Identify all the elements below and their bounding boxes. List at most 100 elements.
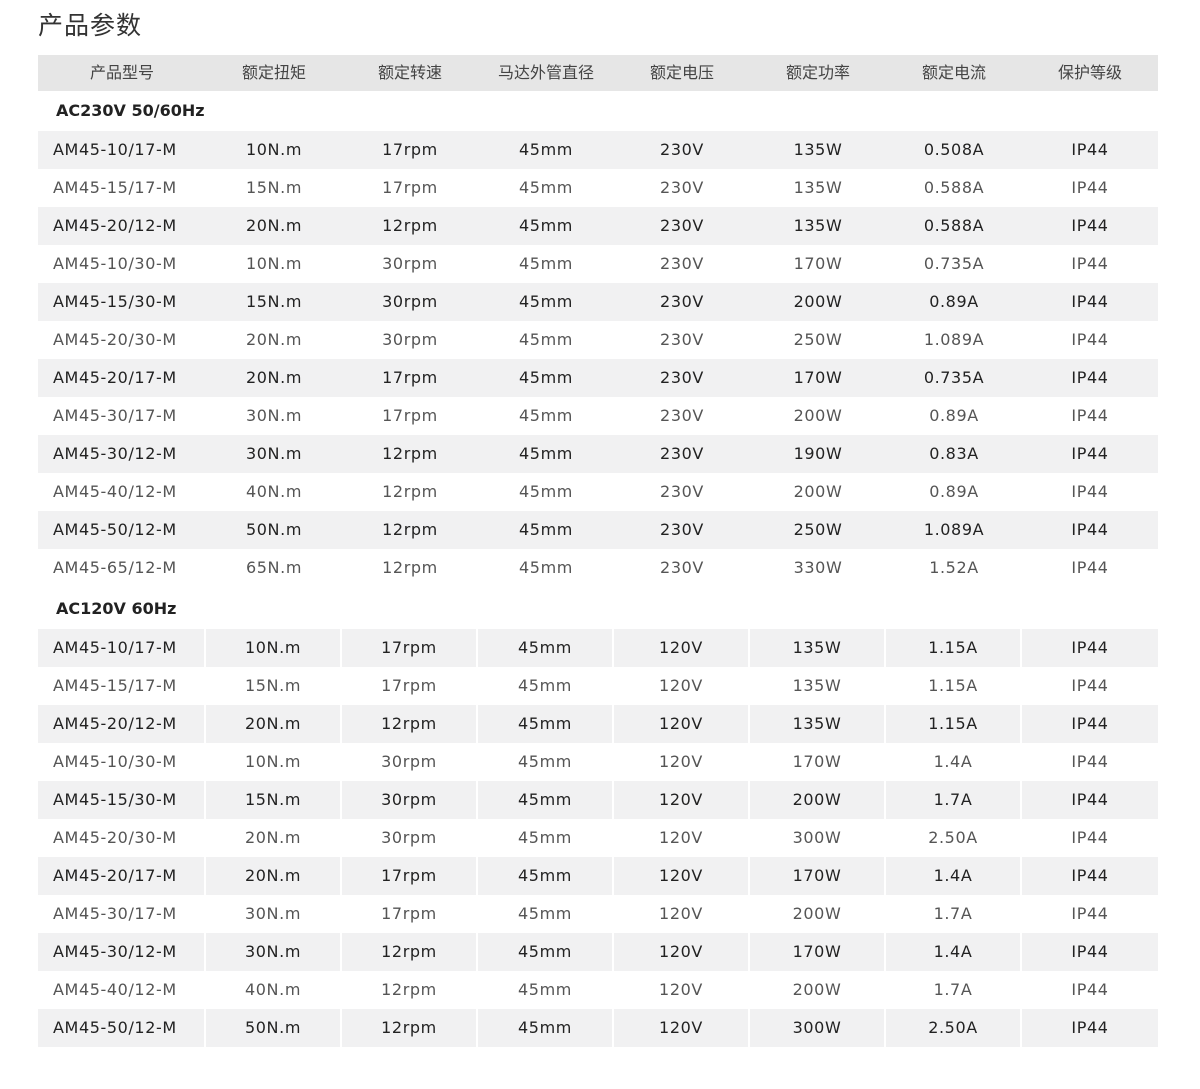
power-cell: 200W: [793, 482, 843, 501]
protection-cell: IP44: [1071, 638, 1109, 657]
torque-cell: 15N.m: [246, 178, 302, 197]
voltage-cell: 230V: [660, 520, 704, 539]
model-cell: AM45-30/17-M: [38, 895, 206, 933]
current-cell: 1.15A: [886, 667, 1022, 705]
header-current: 额定电流: [921, 63, 986, 82]
voltage-cell: 120V: [614, 1009, 750, 1047]
power-cell: 170W: [750, 933, 886, 971]
torque-cell: 20N.m: [206, 819, 342, 857]
torque-cell: 30N.m: [246, 444, 302, 463]
protection-cell: IP44: [1071, 942, 1109, 961]
model-cell: AM45-10/30-M: [38, 743, 206, 781]
torque-cell: 20N.m: [246, 216, 302, 235]
diameter-cell: 45mm: [519, 330, 573, 349]
speed-cell: 30rpm: [342, 781, 478, 819]
speed-cell: 17rpm: [382, 178, 438, 197]
table-row: AM45-15/30-M 15N.m 30rpm 45mm 120V 200W 1.7A IP…: [38, 781, 1158, 819]
model-cell: AM45-20/12-M: [38, 705, 206, 743]
power-cell: 135W: [750, 667, 886, 705]
protection-cell: IP44: [1071, 216, 1109, 235]
torque-cell: 40N.m: [206, 971, 342, 1009]
table-row: AM45-30/17-M 30N.m 17rpm 45mm 120V 200W 1.7A IP…: [38, 895, 1158, 933]
table-row: AM45-15/17-M 15N.m 17rpm 45mm 230V 135W 0.588A…: [38, 169, 1158, 207]
table-row: AM45-50/12-M 50N.m 12rpm 45mm 230V 250W 1.089A…: [38, 511, 1158, 549]
speed-cell: 17rpm: [342, 857, 478, 895]
header-torque: 额定扭矩: [241, 63, 306, 82]
protection-cell: IP44: [1071, 520, 1109, 539]
speed-cell: 12rpm: [342, 1009, 478, 1047]
speed-cell: 30rpm: [382, 330, 438, 349]
protection-cell: IP44: [1071, 482, 1109, 501]
power-cell: 330W: [793, 558, 843, 577]
table-row: AM45-10/17-M 10N.m 17rpm 45mm 120V 135W 1.15A I…: [38, 629, 1158, 667]
section-rows-ac120: AM45-10/17-M 10N.m 17rpm 45mm 120V 135W 1.15A I…: [38, 629, 1158, 1047]
protection-cell: IP44: [1071, 178, 1109, 197]
diameter-cell: 45mm: [478, 667, 614, 705]
torque-cell: 10N.m: [206, 743, 342, 781]
protection-cell: IP44: [1071, 254, 1109, 273]
torque-cell: 65N.m: [246, 558, 302, 577]
voltage-cell: 120V: [614, 667, 750, 705]
torque-cell: 15N.m: [246, 292, 302, 311]
power-cell: 200W: [750, 895, 886, 933]
torque-cell: 50N.m: [206, 1009, 342, 1047]
header-speed: 额定转速: [377, 63, 442, 82]
torque-cell: 20N.m: [246, 330, 302, 349]
current-cell: 1.4A: [886, 933, 1022, 971]
current-cell: 1.7A: [886, 781, 1022, 819]
torque-cell: 30N.m: [206, 895, 342, 933]
diameter-cell: 45mm: [478, 971, 614, 1009]
diameter-cell: 45mm: [519, 178, 573, 197]
model-cell: AM45-15/17-M: [53, 178, 177, 197]
speed-cell: 17rpm: [342, 667, 478, 705]
torque-cell: 20N.m: [206, 857, 342, 895]
speed-cell: 17rpm: [382, 406, 438, 425]
table-header: 产品型号 额定扭矩 额定转速 马达外管直径 额定电压 额定功率 额定电流 保护等…: [38, 55, 1158, 91]
power-cell: 200W: [750, 971, 886, 1009]
speed-cell: 30rpm: [342, 743, 478, 781]
current-cell: 2.50A: [886, 819, 1022, 857]
power-cell: 300W: [750, 1009, 886, 1047]
model-cell: AM45-30/12-M: [53, 444, 177, 463]
speed-cell: 30rpm: [382, 254, 438, 273]
model-cell: AM45-20/30-M: [38, 819, 206, 857]
power-cell: 135W: [750, 705, 886, 743]
table-row: AM45-50/12-M 50N.m 12rpm 45mm 120V 300W 2.50A I…: [38, 1009, 1158, 1047]
protection-cell: IP44: [1071, 714, 1109, 733]
voltage-cell: 120V: [614, 971, 750, 1009]
table-row: AM45-30/12-M 30N.m 12rpm 45mm 120V 170W 1.4A IP…: [38, 933, 1158, 971]
model-cell: AM45-20/17-M: [38, 857, 206, 895]
speed-cell: 17rpm: [382, 140, 438, 159]
protection-cell: IP44: [1071, 558, 1109, 577]
current-cell: 1.089A: [923, 330, 985, 349]
torque-cell: 15N.m: [206, 781, 342, 819]
current-cell: 0.735A: [923, 368, 985, 387]
diameter-cell: 45mm: [519, 444, 573, 463]
voltage-cell: 230V: [660, 368, 704, 387]
table-row: AM45-40/12-M 40N.m 12rpm 45mm 230V 200W 0.89A I…: [38, 473, 1158, 511]
protection-cell: IP44: [1071, 828, 1109, 847]
torque-cell: 20N.m: [206, 705, 342, 743]
current-cell: 0.89A: [929, 292, 979, 311]
section-label-ac230: AC230V 50/60Hz: [56, 101, 205, 120]
speed-cell: 30rpm: [382, 292, 438, 311]
power-cell: 200W: [793, 406, 843, 425]
speed-cell: 17rpm: [342, 629, 478, 667]
current-cell: 0.508A: [923, 140, 985, 159]
current-cell: 0.588A: [923, 178, 985, 197]
diameter-cell: 45mm: [519, 216, 573, 235]
speed-cell: 12rpm: [382, 558, 438, 577]
speed-cell: 12rpm: [342, 933, 478, 971]
current-cell: 1.7A: [886, 971, 1022, 1009]
model-cell: AM45-30/17-M: [53, 406, 177, 425]
model-cell: AM45-20/30-M: [53, 330, 177, 349]
torque-cell: 10N.m: [246, 254, 302, 273]
protection-cell: IP44: [1071, 1018, 1109, 1037]
current-cell: 1.15A: [886, 629, 1022, 667]
table-row: AM45-65/12-M 65N.m 12rpm 45mm 230V 330W 1.52A I…: [38, 549, 1158, 587]
table-row: AM45-10/30-M 10N.m 30rpm 45mm 120V 170W 1.4A IP…: [38, 743, 1158, 781]
model-cell: AM45-15/17-M: [38, 667, 206, 705]
torque-cell: 20N.m: [246, 368, 302, 387]
diameter-cell: 45mm: [519, 368, 573, 387]
voltage-cell: 120V: [614, 933, 750, 971]
